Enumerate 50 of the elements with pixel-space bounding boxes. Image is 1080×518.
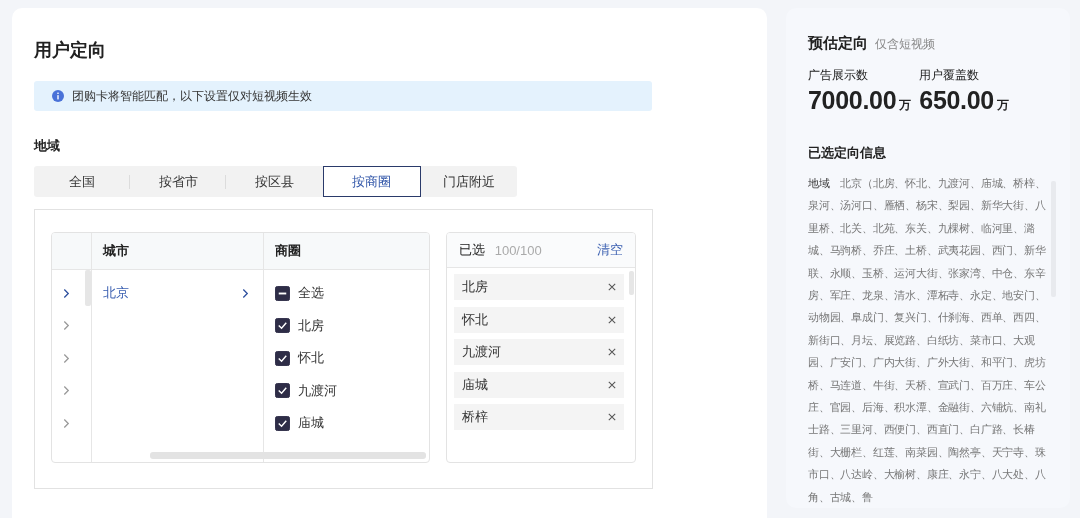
region-tab[interactable]: 按省市 xyxy=(130,166,227,197)
checkbox[interactable] xyxy=(275,415,290,431)
region-tab[interactable]: 按商圈 xyxy=(322,166,421,197)
scrollbar[interactable] xyxy=(629,271,634,295)
field-label: 地域 xyxy=(34,138,60,154)
notice-text: 团购卡将智能匹配，以下设置仅对短视频生效 xyxy=(72,87,312,105)
checkbox-label: 九渡河 xyxy=(298,381,337,400)
region-tab[interactable]: 全国 xyxy=(34,166,131,197)
checkbox-label: 怀北 xyxy=(298,349,324,368)
targeting-summary: 地域 北京（北房、怀北、九渡河、庙城、桥梓、泉河、汤河口、雁栖、杨宋、梨园、新华大街、八里桥、北关、北苑、东关、九棵树、临河里、潞城、马驹桥、乔庄、土桥、武夷花园、西门、新华联、永顺、玉桥、运河大街、张家湾、中仓、东辛房、军庄、龙泉、清水、潭柘寺、永定、地安门、动物园、阜成门、复兴门、什刹海、西单、西四、新街口、月坛、展览路、白纸坊、菜市口、大观园、广安门、广内大街、广外大街、和平门、虎坊桥、马连道、牛街、天桥、宣武门、百万庄、车公庄、官园、后海、积水潭、金融街、六铺炕、南礼士路、三里河、西便门、西直门、白广路、长椿街、大栅栏、红莲、南菜园、陶然亭、天宁寺、珠市口、八达岭、大榆树、康庄、永宁、八大处、八角、古城、鲁 xyxy=(808,176,1047,505)
close-icon[interactable] xyxy=(607,283,616,291)
checkbox-label: 全选 xyxy=(298,284,324,303)
panel-title: 已选 xyxy=(458,241,485,259)
checkbox[interactable] xyxy=(275,318,290,334)
selected-count: 100/100 xyxy=(494,242,543,258)
section-title: 用户定向 xyxy=(34,39,106,62)
selected-tag: 九渡河 xyxy=(453,339,624,365)
region-tab[interactable]: 按区县 xyxy=(226,166,323,197)
checkbox-label: 北房 xyxy=(298,316,324,335)
info-icon xyxy=(52,90,64,102)
checkbox[interactable] xyxy=(275,350,290,366)
close-icon[interactable] xyxy=(607,348,616,356)
chevron-right-icon[interactable] xyxy=(242,287,249,299)
close-icon[interactable] xyxy=(607,315,616,324)
checkbox[interactable] xyxy=(275,383,290,399)
scrollbar[interactable] xyxy=(85,270,91,306)
column-header: 商圈 xyxy=(263,233,429,270)
stat-label: 用户覆盖数 xyxy=(919,68,981,83)
column-header: 城市 xyxy=(91,233,263,270)
stat-value: 7000.00 xyxy=(808,86,897,115)
panel-subtitle: 仅含短视频 xyxy=(875,36,935,53)
stat-unit: 万 xyxy=(996,97,1009,114)
close-icon[interactable] xyxy=(607,380,616,389)
region-tab[interactable]: 门店附近 xyxy=(420,166,517,197)
scrollbar[interactable] xyxy=(150,452,426,459)
selected-tag: 怀北 xyxy=(453,306,624,333)
stat-value: 650.00 xyxy=(919,86,994,115)
selected-tag: 庙城 xyxy=(453,371,624,398)
close-icon[interactable] xyxy=(607,413,616,421)
stat-label: 广告展示数 xyxy=(808,68,869,83)
clear-link[interactable]: 清空 xyxy=(597,241,623,259)
selected-tag: 北房 xyxy=(453,274,624,300)
section-title: 已选定向信息 xyxy=(808,144,886,162)
panel-title: 预估定向 xyxy=(808,34,868,53)
city-item[interactable]: 北京 xyxy=(92,277,263,310)
stat-unit: 万 xyxy=(899,97,912,114)
checkbox-label: 庙城 xyxy=(298,414,324,433)
checkbox[interactable] xyxy=(275,285,290,301)
chevron-right-icon[interactable] xyxy=(63,287,70,299)
selected-tag: 桥梓 xyxy=(453,404,624,430)
